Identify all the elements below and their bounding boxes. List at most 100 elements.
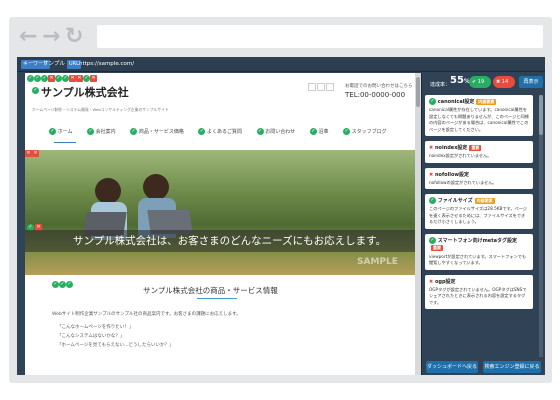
nav-item[interactable]: ✓ 商品・サービス価格 [130,128,184,135]
nav-item[interactable]: ✓ 会社案内 [87,128,116,135]
checker-toolbar: キーワード サンプル URL https://sample.com/ [17,57,545,72]
back-arrow-icon[interactable]: ← [19,26,37,48]
check-icon: ✓ [343,128,351,135]
section-title-underline [197,298,237,299]
result-body: viewportが設定されています。スマートフォンでも閲覧しやすくなっています。 [429,253,527,266]
result-body: nofollowの設定がされていません。 [429,179,497,185]
priority-badge: 内部要素 [476,98,497,105]
child-figure [143,174,169,200]
panel-scrollbar[interactable] [539,95,543,357]
fail-count-pill[interactable]: ✖ 14 [493,76,515,88]
reload-icon[interactable]: ↻ [65,26,83,48]
check-icon: ✓ [198,128,206,135]
check-icon: ✓ [49,128,56,135]
check-icon: ✓ [59,281,66,288]
result-body: noindex設定がされていません。 [429,153,492,158]
font-small-button[interactable] [308,83,316,91]
font-medium-button[interactable] [317,83,325,91]
result-card[interactable]: ✖ noindex設定 重要 noindex設定がされていません。 [425,141,533,163]
nav-item[interactable]: ✓ よくあるご質問 [198,128,242,135]
search-engine-button[interactable]: 検索エンジン登録に戻る [483,361,541,373]
address-bar[interactable] [97,25,543,48]
nav-active-underline [54,142,76,143]
section-check-markers: ✓ ✓ ✓ [52,281,73,288]
error-icon: ✕ [48,75,55,82]
check-icon: ✓ [130,128,138,135]
score-label: 達成率： [430,82,451,88]
nav-item[interactable]: ✓ お問い合わせ [256,128,295,135]
check-results-panel: ✓ canonical設定 内部要素 canonical属性が存在しています。ca… [425,95,537,357]
error-icon: ✕ [32,150,39,157]
check-icon: ✓ [429,236,436,244]
customer-quotes: 「こんなホームページを作りたい！」 「こんなシステムはないかな？」 「ホームペー… [57,323,174,350]
error-icon: ✕ [76,75,83,82]
check-icon: ✓ [34,75,41,82]
error-icon: ✕ [69,75,76,82]
scrollbar-thumb[interactable] [539,95,543,135]
priority-badge: 重要 [431,245,443,251]
result-card[interactable]: ✓ スマートフォン向けmetaタグ設定重要 viewportが設定されています。… [425,233,533,270]
result-title: ファイルサイズ [437,198,473,204]
result-body: OGPタグが設定されていません。OGPタグはSNSでシェアされたときに表示される… [429,286,527,305]
check-icon: ✓ [55,75,62,82]
pass-count-pill[interactable]: ✔ 19 [469,76,491,88]
check-icon: ✓ [256,128,264,135]
check-icon: ✓ [62,75,69,82]
check-icon: ✓ [32,87,39,94]
result-title: canonical設定 [437,99,475,105]
nav-item[interactable]: ✓ 沿革 [309,128,328,135]
phone-number: TEL:00-0000-000 [345,91,406,99]
priority-badge: 重要 [469,144,482,151]
site-title: サンプル株式会社 [41,86,129,99]
hero-error-markers: ✕ ✕ [25,150,39,157]
quote-line: 「こんなホームページを作りたい！」 [57,325,134,330]
redisplay-button[interactable]: 再表示 [519,76,543,88]
scrollbar-thumb[interactable] [416,77,420,107]
check-icon: ✓ [52,281,59,288]
result-card[interactable]: ✖ ogp設定 OGPタグが設定されていません。OGPタグはSNSでシェアされた… [425,274,533,309]
score-value: 55% [450,75,470,86]
check-icon: ✓ [27,75,34,82]
result-card[interactable]: ✓ canonical設定 内部要素 canonical属性が存在しています。ca… [425,95,533,136]
keyword-value: サンプル [43,61,65,67]
check-icon: ✓ [429,197,436,204]
nav-item[interactable]: ✓ スタッフブログ [343,128,387,135]
check-icon: ✓ [83,75,90,82]
font-large-button[interactable] [326,83,334,91]
check-marker-row: ✓ ✓ ✓ ✕ ✓ ✓ ✕ ✕ ✓ ✕ [27,75,97,82]
check-icon: ✓ [87,128,95,135]
quote-line: 「こんなシステムはないかな？」 [57,334,125,339]
contact-label: お電話でのお問い合わせはこちら [345,84,413,89]
quote-line: 「ホームページを見てもらえない…どうしたらいいか？」 [57,343,174,348]
site-preview: ✓ ✓ ✓ ✕ ✓ ✓ ✕ ✕ ✓ ✕ ✓ サンプル株式会社 ホームページ制作・… [25,73,415,375]
result-card[interactable]: ✖ nofollow設定 nofollowの設定がされていません。 [425,167,533,189]
check-icon: ✓ [429,98,436,105]
result-body: このページのファイルサイズは28.5KBです。ページを速く表示させるためには、フ… [429,206,527,224]
font-size-switcher [308,83,334,91]
dashboard-button[interactable]: ダッシュボードへ戻る [426,361,478,373]
result-title: スマートフォン向けmetaタグ設定 [437,237,517,244]
hero-image: ✕ ✕ ✓ ✕ サンプル株式会社は、お客さまのどんなニーズにもお応えします。 S… [25,150,415,275]
forward-arrow-icon[interactable]: → [42,26,60,48]
seo-checker-app: キーワード サンプル URL https://sample.com/ 達成率： … [17,57,545,375]
result-body: canonical属性が存在しています。canonical属性を設定しなくても問… [429,107,529,132]
error-icon: ✕ [25,150,32,157]
check-icon: ✓ [41,75,48,82]
url-value: https://sample.com/ [79,61,135,67]
priority-badge: 内部要素 [474,197,495,204]
sample-watermark: SAMPLE [357,257,398,267]
result-title: ogp設定 [434,278,456,285]
check-icon: ✓ [309,128,317,135]
error-icon: ✖ [429,145,434,151]
site-tagline: ホームページ制作・システム開発・Webコンサルティング企業のサンプルサイト [32,107,169,112]
error-icon: ✕ [90,75,97,82]
section-title: サンプル株式会社の商品・サービス情報 [143,286,278,295]
browser-toolbar: ← → ↻ [9,17,552,57]
browser-window: ← → ↻ キーワード サンプル URL https://sample.com/… [9,17,552,383]
panel-divider [421,73,422,375]
nav-item[interactable]: ✓ ホーム [49,128,72,135]
result-title: noindex設定 [434,145,468,151]
result-card[interactable]: ✓ ファイルサイズ 内部要素 このページのファイルサイズは28.5KBです。ページ… [425,194,533,229]
section-intro: Webサイト制作企業サンプルのサンプル社の商品案内です。お客さまの課題にお応えし… [52,312,241,317]
error-icon: ✖ [429,278,434,285]
